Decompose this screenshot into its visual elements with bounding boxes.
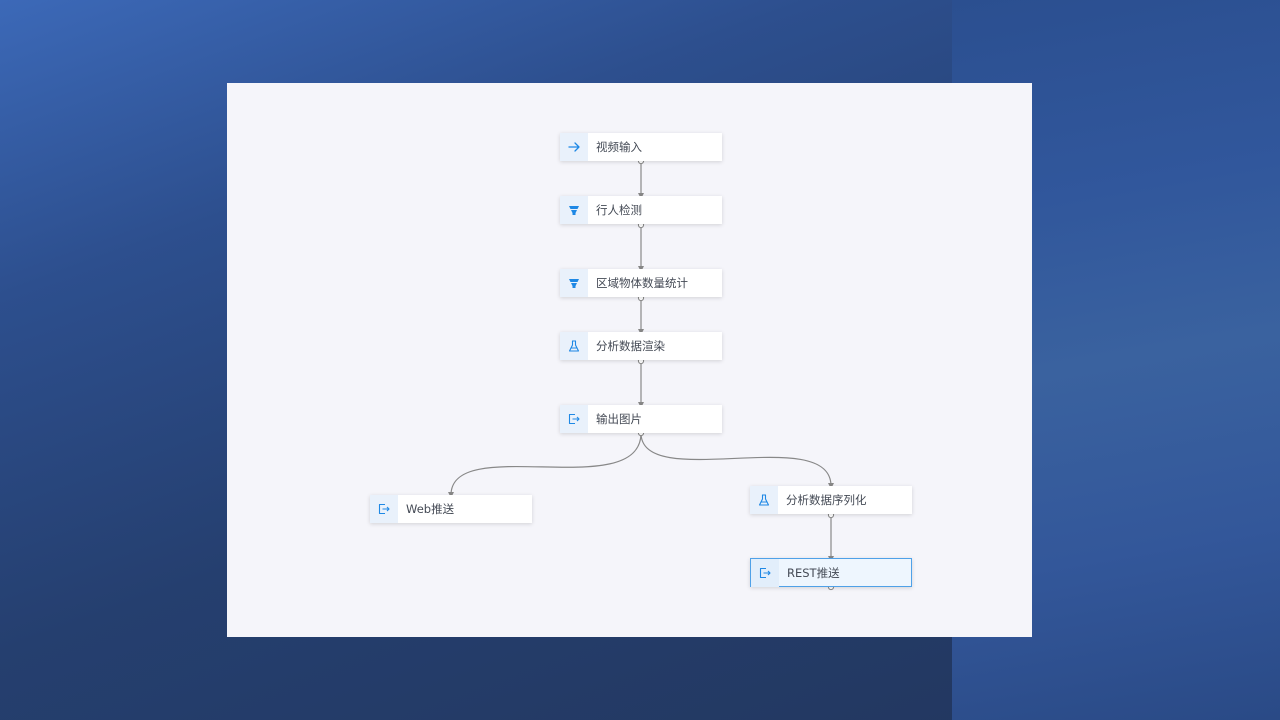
node-rest-push[interactable]: REST推送 bbox=[750, 558, 912, 587]
flask-icon bbox=[750, 486, 778, 514]
node-web-push[interactable]: Web推送 bbox=[370, 495, 532, 523]
flow-canvas[interactable]: 视频输入 行人检测 区域物体数量统计 分析数据渲染 输出图片 Web推送 分析数… bbox=[227, 83, 1032, 637]
export-icon bbox=[560, 405, 588, 433]
node-label: 区域物体数量统计 bbox=[596, 276, 688, 290]
node-pedestrian-detection[interactable]: 行人检测 bbox=[560, 196, 722, 224]
node-label: 行人检测 bbox=[596, 203, 642, 217]
edge-n5-n6[interactable] bbox=[448, 432, 642, 498]
export-icon bbox=[370, 495, 398, 523]
node-label: REST推送 bbox=[787, 565, 840, 580]
node-region-object-count[interactable]: 区域物体数量统计 bbox=[560, 269, 722, 297]
edge-n5-n7[interactable] bbox=[640, 432, 834, 489]
funnel-icon bbox=[560, 269, 588, 297]
node-analysis-serialize[interactable]: 分析数据序列化 bbox=[750, 486, 912, 514]
node-label: 视频输入 bbox=[596, 140, 642, 154]
node-output-image[interactable]: 输出图片 bbox=[560, 405, 722, 433]
node-label: 分析数据序列化 bbox=[786, 493, 867, 507]
node-label: Web推送 bbox=[406, 502, 455, 516]
funnel-icon bbox=[560, 196, 588, 224]
node-video-input[interactable]: 视频输入 bbox=[560, 133, 722, 161]
export-icon bbox=[751, 558, 779, 587]
node-analysis-render[interactable]: 分析数据渲染 bbox=[560, 332, 722, 360]
arrow-right-icon bbox=[560, 133, 588, 161]
edge-layer bbox=[448, 157, 835, 591]
node-label: 输出图片 bbox=[596, 412, 642, 426]
node-label: 分析数据渲染 bbox=[596, 339, 665, 353]
flask-icon bbox=[560, 332, 588, 360]
